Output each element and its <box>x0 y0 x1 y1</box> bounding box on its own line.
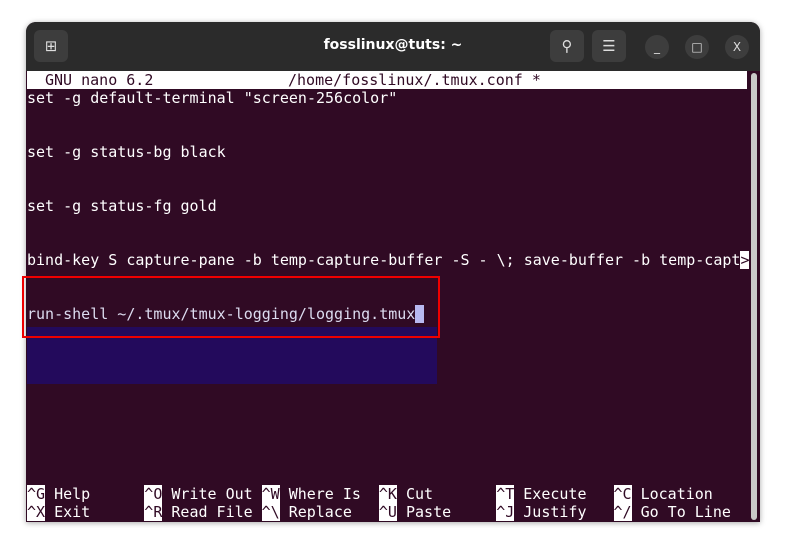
search-button[interactable]: ⚲ <box>550 30 584 62</box>
shortcut-label: Exit <box>54 503 91 521</box>
minimize-icon: _ <box>654 40 660 54</box>
shortcut-item[interactable]: ^R Read File <box>144 503 253 521</box>
shortcut-item[interactable]: ^K Cut <box>378 485 434 503</box>
shortcut-key: ^\ <box>261 503 280 521</box>
shortcut-key: ^R <box>144 503 163 521</box>
shortcut-key: ^T <box>496 485 515 503</box>
overflow-marker: > <box>740 251 750 269</box>
line-3: set -g status-fg gold <box>27 197 217 215</box>
shortcut-key: ^G <box>27 485 46 503</box>
shortcut-label: Write Out <box>171 485 253 503</box>
nano-version: GNU nano 6.2 <box>45 71 154 89</box>
shortcut-key: ^J <box>496 503 515 521</box>
file-path: /home/fosslinux/.tmux.conf * <box>288 71 541 89</box>
shortcut-label: Justify <box>523 503 587 521</box>
shortcut-item[interactable]: ^J Justify <box>496 503 587 521</box>
shortcut-key: ^U <box>378 503 397 521</box>
scrollbar[interactable] <box>751 73 757 520</box>
close-icon: X <box>732 40 742 54</box>
shortcut-item[interactable]: ^T Execute <box>496 485 587 503</box>
header-bar: ⊞ fosslinux@tuts: ~ ⚲ ☰ _ □ X <box>26 22 760 71</box>
search-icon: ⚲ <box>561 37 573 55</box>
shortcut-label: Location <box>640 485 713 503</box>
shortcut-item[interactable]: ^W Where Is <box>261 485 361 503</box>
shortcut-item[interactable]: ^X Exit <box>27 503 90 521</box>
shortcut-label: Execute <box>523 485 587 503</box>
shortcut-key: ^X <box>27 503 46 521</box>
shortcut-key: ^C <box>613 485 632 503</box>
maximize-button[interactable]: □ <box>685 35 709 59</box>
shortcut-label: Where Is <box>288 485 361 503</box>
minimize-button[interactable]: _ <box>645 35 669 59</box>
shortcut-label: Help <box>54 485 91 503</box>
line-4: bind-key S capture-pane -b temp-capture-… <box>27 251 750 269</box>
close-button[interactable]: X <box>725 35 749 59</box>
shortcut-item[interactable]: ^/ Go To Line <box>613 503 731 521</box>
shortcut-label: Cut <box>405 485 434 503</box>
shortcut-key: ^O <box>144 485 163 503</box>
nano-title-bar: GNU nano 6.2/home/fosslinux/.tmux.conf * <box>27 71 747 89</box>
shortcut-label: Go To Line <box>640 503 731 521</box>
line-2: set -g status-bg black <box>27 143 226 161</box>
line-4-text: bind-key S capture-pane -b temp-capture-… <box>27 251 741 269</box>
menu-button[interactable]: ☰ <box>592 30 626 62</box>
shortcut-key: ^K <box>378 485 397 503</box>
shortcut-label: Read File <box>171 503 253 521</box>
shortcut-key: ^W <box>261 485 280 503</box>
menu-icon: ☰ <box>602 37 616 55</box>
line-1: set -g default-terminal "screen-256color… <box>27 89 398 107</box>
shortcut-item[interactable]: ^C Location <box>613 485 713 503</box>
terminal-window: ⊞ fosslinux@tuts: ~ ⚲ ☰ _ □ X GNU nano 6… <box>26 22 760 522</box>
shortcut-item[interactable]: ^G Help <box>27 485 90 503</box>
maximize-icon: □ <box>691 40 703 54</box>
shortcut-item[interactable]: ^\ Replace <box>261 503 352 521</box>
shortcut-label: Replace <box>288 503 352 521</box>
shortcut-key: ^/ <box>613 503 632 521</box>
shortcut-label: Paste <box>405 503 452 521</box>
shortcut-item[interactable]: ^U Paste <box>378 503 452 521</box>
shortcut-item[interactable]: ^O Write Out <box>144 485 253 503</box>
annotation-box <box>22 276 440 338</box>
